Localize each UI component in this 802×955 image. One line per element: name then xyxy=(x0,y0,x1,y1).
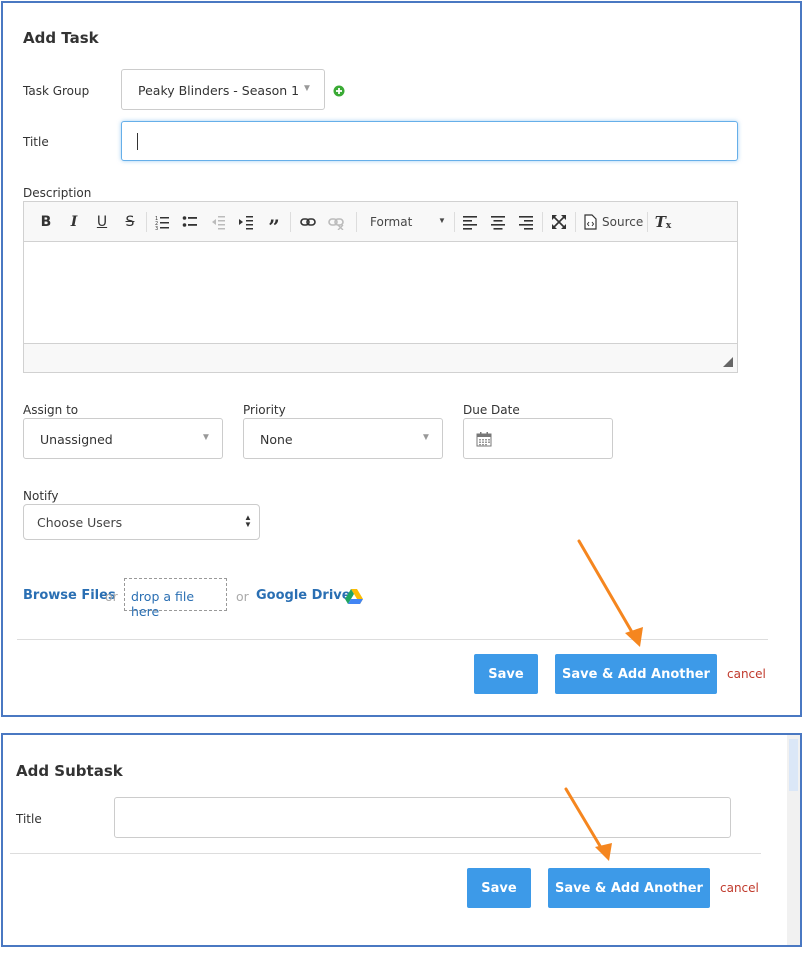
divider xyxy=(17,639,768,640)
strikethrough-icon[interactable]: S xyxy=(122,214,138,230)
due-date-input[interactable] xyxy=(463,418,613,459)
editor-toolbar: B I U S 1 2 3 ” Format ▼ Source T x xyxy=(24,202,737,242)
due-date-label: Due Date xyxy=(463,403,520,417)
svg-text:3: 3 xyxy=(155,226,158,230)
task-group-label: Task Group xyxy=(23,84,90,98)
indent-icon[interactable] xyxy=(238,214,254,230)
link-icon[interactable] xyxy=(300,214,316,230)
drop-zone[interactable]: drop a file here xyxy=(124,578,227,619)
notify-value: Choose Users xyxy=(37,515,123,530)
assign-select[interactable]: Unassigned ▼ xyxy=(23,418,223,459)
notify-select[interactable]: Choose Users ▲ ▼ xyxy=(23,504,260,540)
google-drive-icon[interactable] xyxy=(345,588,363,604)
blockquote-icon[interactable]: ” xyxy=(266,214,282,239)
chevron-down-icon: ▼ xyxy=(421,432,431,443)
align-center-icon[interactable] xyxy=(490,214,506,230)
assign-label: Assign to xyxy=(23,403,79,417)
cancel-link[interactable]: cancel xyxy=(720,881,759,895)
scrollbar-track[interactable] xyxy=(787,735,800,945)
format-label: Format xyxy=(370,215,413,229)
calendar-icon xyxy=(476,432,492,447)
italic-icon[interactable]: I xyxy=(66,214,82,230)
cancel-link[interactable]: cancel xyxy=(727,667,766,681)
priority-select[interactable]: None ▼ xyxy=(243,418,443,459)
save-add-another-button[interactable]: Save & Add Another xyxy=(548,868,710,908)
save-add-another-button[interactable]: Save & Add Another xyxy=(555,654,717,694)
align-left-icon[interactable] xyxy=(462,214,478,230)
subtask-title-input[interactable] xyxy=(114,797,731,838)
numbered-list-icon[interactable]: 1 2 3 xyxy=(154,214,170,230)
priority-value: None xyxy=(260,432,293,447)
annotation-arrow xyxy=(577,539,643,647)
source-button[interactable]: Source xyxy=(584,212,646,232)
editor-content-area[interactable] xyxy=(24,243,737,343)
select-arrows-icon: ▲ ▼ xyxy=(244,513,252,529)
bullet-list-icon[interactable] xyxy=(182,214,198,230)
task-group-select[interactable]: Peaky Blinders - Season 1 ▼ xyxy=(121,69,325,110)
unlink-icon[interactable] xyxy=(328,214,344,230)
underline-icon[interactable]: U xyxy=(94,214,110,230)
title-label: Title xyxy=(16,812,42,826)
title-label: Title xyxy=(23,135,49,149)
panel-title: Add Subtask xyxy=(16,762,123,780)
drop-zone-label: drop a file here xyxy=(131,589,195,619)
save-button[interactable]: Save xyxy=(467,868,531,908)
add-task-panel: Add Task Task Group Peaky Blinders - Sea… xyxy=(1,1,802,717)
or-text: or xyxy=(236,589,249,604)
bold-icon[interactable]: B xyxy=(38,214,54,230)
title-input[interactable] xyxy=(121,121,738,161)
divider xyxy=(10,853,761,854)
text-cursor xyxy=(137,133,138,150)
editor-status-bar xyxy=(24,343,737,372)
chevron-down-icon: ▼ xyxy=(302,83,312,94)
maximize-icon[interactable] xyxy=(551,214,567,230)
outdent-icon[interactable] xyxy=(210,214,226,230)
notify-label: Notify xyxy=(23,489,59,503)
save-button[interactable]: Save xyxy=(474,654,538,694)
annotation-arrow xyxy=(564,787,612,861)
or-text: or xyxy=(105,589,118,604)
add-subtask-panel: Add Subtask Title Save Save & Add Anothe… xyxy=(1,733,802,947)
plus-circle-icon[interactable] xyxy=(333,85,345,97)
panel-title: Add Task xyxy=(23,29,99,47)
google-drive-link[interactable]: Google Drive xyxy=(256,588,351,603)
assign-value: Unassigned xyxy=(40,432,113,447)
rich-text-editor: B I U S 1 2 3 ” Format ▼ Source T x xyxy=(23,201,738,373)
task-group-value: Peaky Blinders - Season 1 xyxy=(138,83,300,98)
format-dropdown[interactable]: Format ▼ xyxy=(364,212,448,232)
caret-down-icon: ▼ xyxy=(438,216,446,225)
description-label: Description xyxy=(23,186,92,200)
priority-label: Priority xyxy=(243,403,286,417)
align-right-icon[interactable] xyxy=(518,214,534,230)
browse-files-link[interactable]: Browse Files xyxy=(23,588,116,603)
remove-format-icon[interactable]: Tx xyxy=(654,213,672,231)
source-icon xyxy=(584,214,597,230)
scrollbar-thumb[interactable] xyxy=(789,739,798,791)
resize-handle-icon[interactable] xyxy=(723,357,733,367)
source-label: Source xyxy=(602,215,644,229)
chevron-down-icon: ▼ xyxy=(201,432,211,443)
